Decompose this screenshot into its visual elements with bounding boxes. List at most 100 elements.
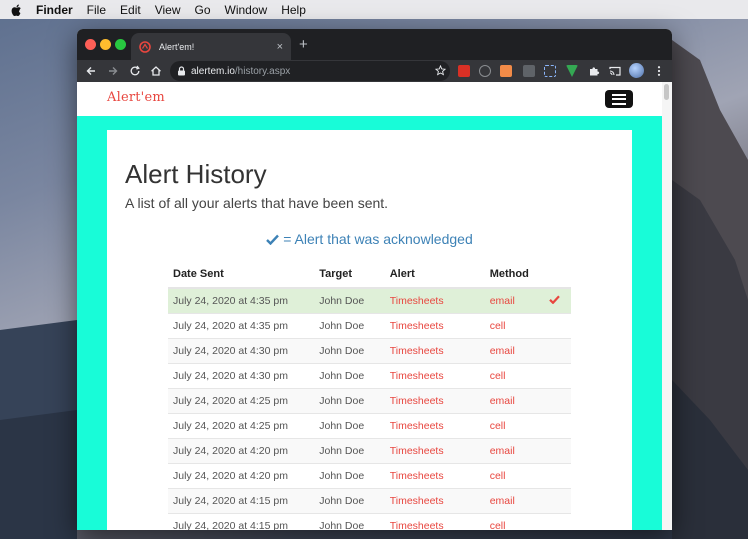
table-row[interactable]: July 24, 2020 at 4:15 pm John Doe Timeshee… bbox=[168, 513, 571, 530]
page-subtitle: A list of all your alerts that have been… bbox=[125, 195, 389, 211]
cell-acknowledged bbox=[544, 388, 571, 414]
header-acknowledged bbox=[544, 261, 571, 289]
cell-alert-link[interactable]: Timesheets bbox=[384, 413, 485, 439]
cell-method-link[interactable]: cell bbox=[484, 413, 545, 439]
cell-alert-link[interactable]: Timesheets bbox=[384, 488, 485, 514]
extensions-puzzle-icon[interactable] bbox=[588, 65, 600, 77]
cell-method-link[interactable]: email bbox=[484, 438, 545, 464]
cell-method-link[interactable]: email bbox=[484, 488, 545, 514]
table-row[interactable]: July 24, 2020 at 4:25 pm John Doe Timeshee… bbox=[168, 388, 571, 414]
page-scrollbar[interactable] bbox=[662, 82, 672, 530]
hamburger-line bbox=[612, 98, 626, 100]
header-alert[interactable]: Alert bbox=[384, 261, 485, 289]
menu-edit[interactable]: Edit bbox=[120, 3, 141, 17]
cell-method-link[interactable]: cell bbox=[484, 463, 545, 489]
cell-target: John Doe bbox=[314, 488, 385, 514]
cell-target: John Doe bbox=[314, 313, 385, 339]
cell-acknowledged bbox=[544, 363, 571, 389]
table-row[interactable]: July 24, 2020 at 4:35 pm John Doe Timeshee… bbox=[168, 288, 571, 314]
minimize-window-button[interactable] bbox=[100, 39, 111, 50]
page-viewport: Alert'em Alert History A list of all you… bbox=[77, 82, 672, 530]
hamburger-line bbox=[612, 102, 626, 105]
cell-acknowledged bbox=[544, 313, 571, 339]
extension-red-icon[interactable] bbox=[458, 65, 470, 77]
table-body: July 24, 2020 at 4:35 pm John Doe Timeshee… bbox=[168, 288, 571, 530]
cell-alert-link[interactable]: Timesheets bbox=[384, 438, 485, 464]
cell-target: John Doe bbox=[314, 363, 385, 389]
cell-method-link[interactable]: cell bbox=[484, 313, 545, 339]
back-arrow-icon[interactable] bbox=[85, 65, 97, 77]
tab-alertem[interactable]: Alert'em! × bbox=[131, 33, 291, 60]
cell-date-sent: July 24, 2020 at 4:15 pm bbox=[168, 488, 315, 514]
zoom-window-button[interactable] bbox=[115, 39, 126, 50]
menu-go[interactable]: Go bbox=[195, 3, 211, 17]
cell-target: John Doe bbox=[314, 463, 385, 489]
tab-close-icon[interactable]: × bbox=[277, 41, 283, 53]
extension-info-icon[interactable] bbox=[479, 65, 491, 77]
alertem-favicon-icon bbox=[139, 40, 151, 53]
cell-alert-link[interactable]: Timesheets bbox=[384, 463, 485, 489]
profile-avatar[interactable] bbox=[629, 63, 644, 78]
url-path: /history.aspx bbox=[234, 65, 291, 77]
reload-icon[interactable] bbox=[129, 65, 141, 77]
menu-finder[interactable]: Finder bbox=[36, 3, 73, 17]
cell-method-link[interactable]: email bbox=[484, 338, 545, 364]
url-host: alertem.io bbox=[191, 65, 235, 77]
cell-alert-link[interactable]: Timesheets bbox=[384, 388, 485, 414]
acknowledged-check-icon bbox=[549, 295, 561, 304]
cell-alert-link[interactable]: Timesheets bbox=[384, 363, 485, 389]
home-icon[interactable] bbox=[150, 65, 162, 77]
cast-icon[interactable] bbox=[609, 65, 621, 77]
cell-date-sent: July 24, 2020 at 4:35 pm bbox=[168, 288, 315, 314]
extension-green-icon[interactable] bbox=[566, 65, 578, 77]
extension-orange-icon[interactable] bbox=[500, 65, 512, 77]
cell-alert-link[interactable]: Timesheets bbox=[384, 513, 485, 530]
new-tab-button[interactable]: + bbox=[299, 36, 308, 53]
header-date-sent[interactable]: Date Sent bbox=[168, 261, 315, 289]
forward-arrow-icon[interactable] bbox=[107, 65, 119, 77]
cell-alert-link[interactable]: Timesheets bbox=[384, 288, 485, 314]
cell-date-sent: July 24, 2020 at 4:25 pm bbox=[168, 388, 315, 414]
cell-alert-link[interactable]: Timesheets bbox=[384, 338, 485, 364]
cell-target: John Doe bbox=[314, 288, 385, 314]
table-row[interactable]: July 24, 2020 at 4:20 pm John Doe Timeshee… bbox=[168, 463, 571, 489]
menu-view[interactable]: View bbox=[155, 3, 181, 17]
page-scrollbar-thumb[interactable] bbox=[664, 84, 669, 100]
cell-target: John Doe bbox=[314, 513, 385, 530]
close-window-button[interactable] bbox=[85, 39, 96, 50]
table-header-row: Date Sent Target Alert Method bbox=[168, 261, 571, 289]
bookmark-star-icon[interactable] bbox=[435, 65, 446, 76]
cell-target: John Doe bbox=[314, 438, 385, 464]
menu-file[interactable]: File bbox=[87, 3, 106, 17]
extension-gray-icon[interactable] bbox=[523, 65, 535, 77]
table-row[interactable]: July 24, 2020 at 4:35 pm John Doe Timeshee… bbox=[168, 313, 571, 339]
cell-acknowledged bbox=[544, 463, 571, 489]
cell-method-link[interactable]: email bbox=[484, 288, 545, 314]
cell-acknowledged bbox=[544, 513, 571, 530]
menu-window[interactable]: Window bbox=[225, 3, 268, 17]
browser-menu-icon[interactable] bbox=[653, 65, 665, 77]
cell-date-sent: July 24, 2020 at 4:15 pm bbox=[168, 513, 315, 530]
hamburger-menu-button[interactable] bbox=[605, 90, 633, 108]
cell-alert-link[interactable]: Timesheets bbox=[384, 313, 485, 339]
table-row[interactable]: July 24, 2020 at 4:15 pm John Doe Timeshee… bbox=[168, 488, 571, 514]
cell-method-link[interactable]: cell bbox=[484, 363, 545, 389]
content-card: Alert History A list of all your alerts … bbox=[107, 130, 632, 530]
alert-history-table: Date Sent Target Alert Method July 24, 2… bbox=[168, 261, 571, 530]
site-logo[interactable]: Alert'em bbox=[107, 90, 165, 105]
header-target[interactable]: Target bbox=[314, 261, 385, 289]
table-row[interactable]: July 24, 2020 at 4:30 pm John Doe Timeshee… bbox=[168, 338, 571, 364]
cell-date-sent: July 24, 2020 at 4:35 pm bbox=[168, 313, 315, 339]
extension-screenshot-icon[interactable] bbox=[544, 65, 556, 77]
apple-icon[interactable] bbox=[10, 3, 24, 17]
header-method[interactable]: Method bbox=[484, 261, 545, 289]
table-row[interactable]: July 24, 2020 at 4:25 pm John Doe Timeshee… bbox=[168, 413, 571, 439]
cell-target: John Doe bbox=[314, 388, 385, 414]
table-row[interactable]: July 24, 2020 at 4:30 pm John Doe Timeshee… bbox=[168, 363, 571, 389]
cell-method-link[interactable]: email bbox=[484, 388, 545, 414]
table-row[interactable]: July 24, 2020 at 4:20 pm John Doe Timeshee… bbox=[168, 438, 571, 464]
menu-help[interactable]: Help bbox=[281, 3, 306, 17]
hamburger-line bbox=[612, 93, 626, 96]
address-bar[interactable]: alertem.io/history.aspx bbox=[170, 61, 450, 81]
cell-method-link[interactable]: cell bbox=[484, 513, 545, 530]
